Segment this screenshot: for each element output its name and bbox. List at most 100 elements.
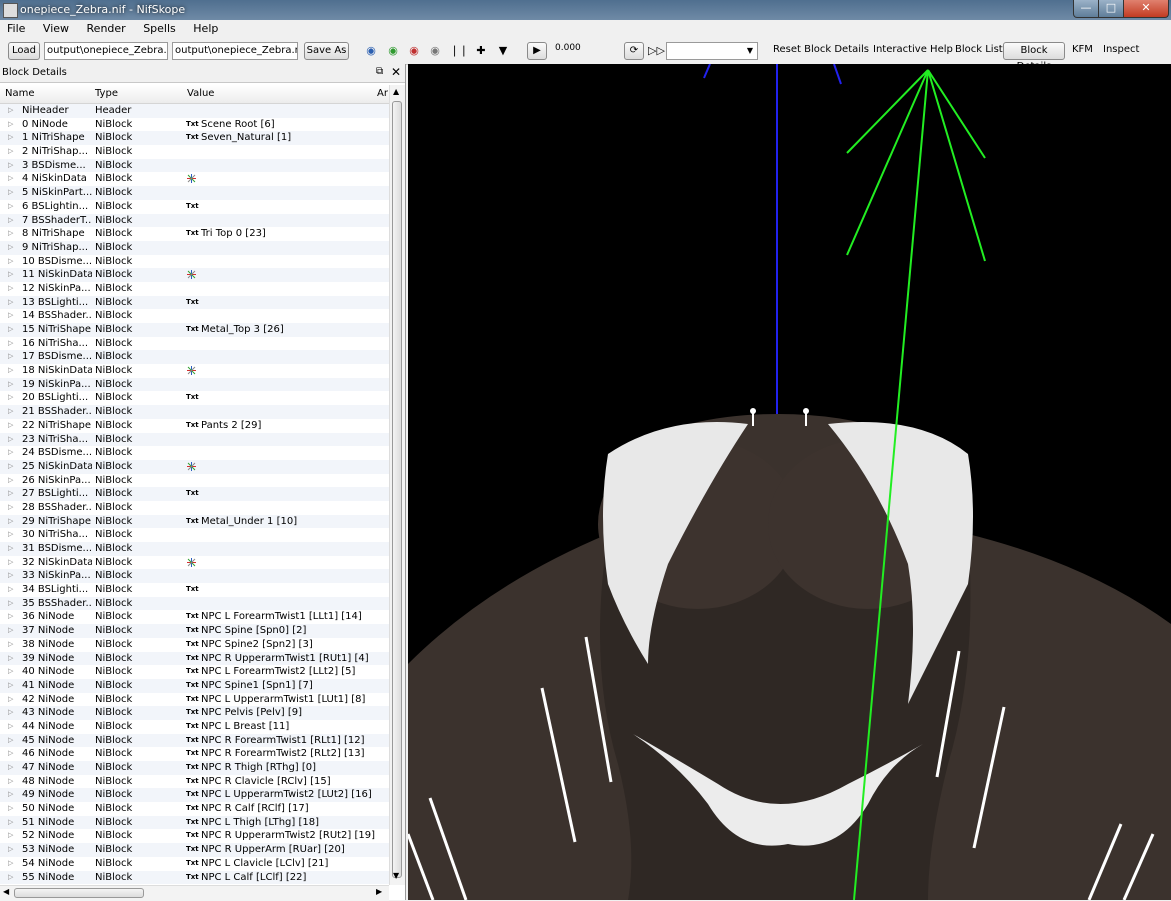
- table-row[interactable]: ▷ 44 NiNode NiBlock Txt NPC L Breast [11]: [0, 720, 389, 734]
- table-row[interactable]: ▷ 18 NiSkinData NiBlock: [0, 364, 389, 378]
- expand-arrow-icon[interactable]: ▷: [8, 528, 13, 542]
- table-row[interactable]: ▷ 9 NiTriShap... NiBlock: [0, 240, 389, 255]
- table-row[interactable]: ▷ 7 BSShaderT... NiBlock: [0, 213, 389, 228]
- table-row[interactable]: ▷ 52 NiNode NiBlock Txt NPC R UpperarmTwist2…: [0, 829, 389, 843]
- expand-arrow-icon[interactable]: ▷: [8, 241, 13, 255]
- expand-arrow-icon[interactable]: ▷: [8, 501, 13, 515]
- expand-arrow-icon[interactable]: ▷: [8, 720, 13, 734]
- load-path-field[interactable]: output\onepiece_Zebra.nif: [44, 42, 168, 60]
- table-row[interactable]: ▷ 27 BSLighti... NiBlock Txt: [0, 487, 389, 501]
- expand-arrow-icon[interactable]: ▷: [8, 309, 13, 323]
- table-row[interactable]: ▷ 12 NiSkinPa... NiBlock: [0, 282, 389, 296]
- kfm-button[interactable]: KFM: [1072, 42, 1093, 60]
- table-row[interactable]: ▷ 3 BSDisme... NiBlock: [0, 158, 389, 173]
- expand-arrow-icon[interactable]: ▷: [8, 843, 13, 857]
- expand-arrow-icon[interactable]: ▷: [8, 515, 13, 529]
- loop-button[interactable]: ⟳: [624, 42, 644, 60]
- expand-arrow-icon[interactable]: ▷: [8, 419, 13, 433]
- table-row[interactable]: ▷ 45 NiNode NiBlock Txt NPC R ForearmTwist1 …: [0, 733, 389, 748]
- expand-arrow-icon[interactable]: ▷: [8, 159, 13, 173]
- expand-arrow-icon[interactable]: ▷: [8, 433, 13, 447]
- expand-arrow-icon[interactable]: ▷: [8, 323, 13, 337]
- table-row[interactable]: ▷ 8 NiTriShape NiBlock Txt Tri Top 0 [23]: [0, 227, 389, 241]
- expand-arrow-icon[interactable]: ▷: [8, 788, 13, 802]
- table-row[interactable]: ▷ 33 NiSkinPa... NiBlock: [0, 569, 389, 584]
- vertical-scrollbar[interactable]: ▲ ▼: [389, 85, 405, 885]
- table-row[interactable]: ▷ 11 NiSkinData NiBlock: [0, 268, 389, 282]
- table-row[interactable]: ▷ 41 NiNode NiBlock Txt NPC Spine1 [Spn1] [7…: [0, 678, 389, 693]
- table-row[interactable]: ▷ 14 BSShader... NiBlock: [0, 309, 389, 323]
- menu-view[interactable]: View: [36, 20, 76, 35]
- table-row[interactable]: ▷ 53 NiNode NiBlock Txt NPC R UpperArm [RUar…: [0, 843, 389, 857]
- expand-arrow-icon[interactable]: ▷: [8, 816, 13, 830]
- expand-arrow-icon[interactable]: ▷: [8, 583, 13, 597]
- table-row[interactable]: ▷ 46 NiNode NiBlock Txt NPC R ForearmTwist2 …: [0, 747, 389, 761]
- column-value[interactable]: Value: [187, 88, 214, 99]
- expand-arrow-icon[interactable]: ▷: [8, 775, 13, 789]
- table-row[interactable]: ▷ 5 NiSkinPart... NiBlock: [0, 186, 389, 200]
- expand-arrow-icon[interactable]: ▷: [8, 761, 13, 775]
- table-row[interactable]: ▷ 47 NiNode NiBlock Txt NPC R Thigh [RThg] […: [0, 761, 389, 775]
- expand-arrow-icon[interactable]: ▷: [8, 638, 13, 652]
- walk-icon[interactable]: ❘❘: [450, 45, 468, 57]
- table-row[interactable]: ▷ 29 NiTriShape NiBlock Txt Metal_Under 1 [1…: [0, 514, 389, 529]
- horizontal-scrollbar[interactable]: ◀ ▶: [0, 885, 389, 901]
- expand-arrow-icon[interactable]: ▷: [8, 255, 13, 269]
- table-row[interactable]: ▷ 38 NiNode NiBlock Txt NPC Spine2 [Spn2] [3…: [0, 638, 389, 652]
- expand-arrow-icon[interactable]: ▷: [8, 734, 13, 748]
- expand-arrow-icon[interactable]: ▷: [8, 296, 13, 310]
- expand-arrow-icon[interactable]: ▷: [8, 186, 13, 200]
- expand-arrow-icon[interactable]: ▷: [8, 104, 13, 118]
- load-button[interactable]: Load: [8, 42, 40, 60]
- expand-arrow-icon[interactable]: ▷: [8, 337, 13, 351]
- view-top-icon[interactable]: ◉: [364, 45, 378, 57]
- switch-icon[interactable]: ▷▷: [648, 45, 665, 57]
- chevron-down-icon[interactable]: ▼: [496, 45, 510, 57]
- view-user-icon[interactable]: ◉: [428, 45, 442, 57]
- table-row[interactable]: ▷ 24 BSDisme... NiBlock: [0, 446, 389, 460]
- block-details-button[interactable]: Block Details: [1003, 42, 1065, 72]
- interactive-help-button[interactable]: Interactive Help: [873, 42, 953, 60]
- table-row[interactable]: ▷ 20 BSLighti... NiBlock Txt: [0, 391, 389, 405]
- table-row[interactable]: ▷ 50 NiNode NiBlock Txt NPC R Calf [RClf] [1…: [0, 802, 389, 816]
- play-button[interactable]: ▶: [527, 42, 547, 60]
- float-icon[interactable]: ⧉: [376, 66, 383, 77]
- table-row[interactable]: ▷ 55 NiNode NiBlock Txt NPC L Calf [LClf] [2…: [0, 870, 389, 885]
- table-row[interactable]: ▷ 51 NiNode NiBlock Txt NPC L Thigh [LThg] […: [0, 815, 389, 830]
- expand-arrow-icon[interactable]: ▷: [8, 706, 13, 720]
- table-row[interactable]: ▷ 25 NiSkinData NiBlock: [0, 459, 389, 474]
- table-row[interactable]: ▷ 48 NiNode NiBlock Txt NPC R Clavicle [RClv…: [0, 775, 389, 789]
- expand-arrow-icon[interactable]: ▷: [8, 597, 13, 611]
- expand-arrow-icon[interactable]: ▷: [8, 624, 13, 638]
- table-row[interactable]: ▷ 40 NiNode NiBlock Txt NPC L ForearmTwist2 …: [0, 665, 389, 679]
- table-row[interactable]: ▷ 15 NiTriShape NiBlock Txt Metal_Top 3 [26]: [0, 323, 389, 337]
- maximize-button[interactable]: □: [1098, 0, 1124, 18]
- expand-arrow-icon[interactable]: ▷: [8, 405, 13, 419]
- expand-arrow-icon[interactable]: ▷: [8, 131, 13, 145]
- expand-arrow-icon[interactable]: ▷: [8, 857, 13, 871]
- table-row[interactable]: ▷ 2 NiTriShap... NiBlock: [0, 145, 389, 159]
- save-path-field[interactable]: output\onepiece_Zebra.nif: [172, 42, 298, 60]
- expand-arrow-icon[interactable]: ▷: [8, 569, 13, 583]
- expand-arrow-icon[interactable]: ▷: [8, 693, 13, 707]
- expand-arrow-icon[interactable]: ▷: [8, 378, 13, 392]
- table-row[interactable]: ▷ NiHeader Header: [0, 104, 389, 118]
- save-as-button[interactable]: Save As: [304, 42, 349, 60]
- menu-file[interactable]: File: [0, 20, 32, 35]
- table-row[interactable]: ▷ 34 BSLighti... NiBlock Txt: [0, 583, 389, 597]
- table-row[interactable]: ▷ 28 BSShader... NiBlock: [0, 501, 389, 515]
- expand-arrow-icon[interactable]: ▷: [8, 460, 13, 474]
- expand-arrow-icon[interactable]: ▷: [8, 747, 13, 761]
- view-side-icon[interactable]: ◉: [407, 45, 421, 57]
- scroll-left-icon[interactable]: ◀: [3, 887, 9, 896]
- table-row[interactable]: ▷ 54 NiNode NiBlock Txt NPC L Clavicle [LClv…: [0, 857, 389, 871]
- table-row[interactable]: ▷ 36 NiNode NiBlock Txt NPC L ForearmTwist1 …: [0, 610, 389, 624]
- expand-arrow-icon[interactable]: ▷: [8, 214, 13, 228]
- expand-arrow-icon[interactable]: ▷: [8, 556, 13, 570]
- table-row[interactable]: ▷ 30 NiTriSha... NiBlock: [0, 528, 389, 542]
- expand-arrow-icon[interactable]: ▷: [8, 227, 13, 241]
- vertical-scroll-thumb[interactable]: [392, 101, 402, 878]
- table-row[interactable]: ▷ 32 NiSkinData NiBlock: [0, 556, 389, 570]
- table-row[interactable]: ▷ 1 NiTriShape NiBlock Txt Seven_Natural [1]: [0, 131, 389, 146]
- table-row[interactable]: ▷ 39 NiNode NiBlock Txt NPC R UpperarmTwist1…: [0, 651, 389, 666]
